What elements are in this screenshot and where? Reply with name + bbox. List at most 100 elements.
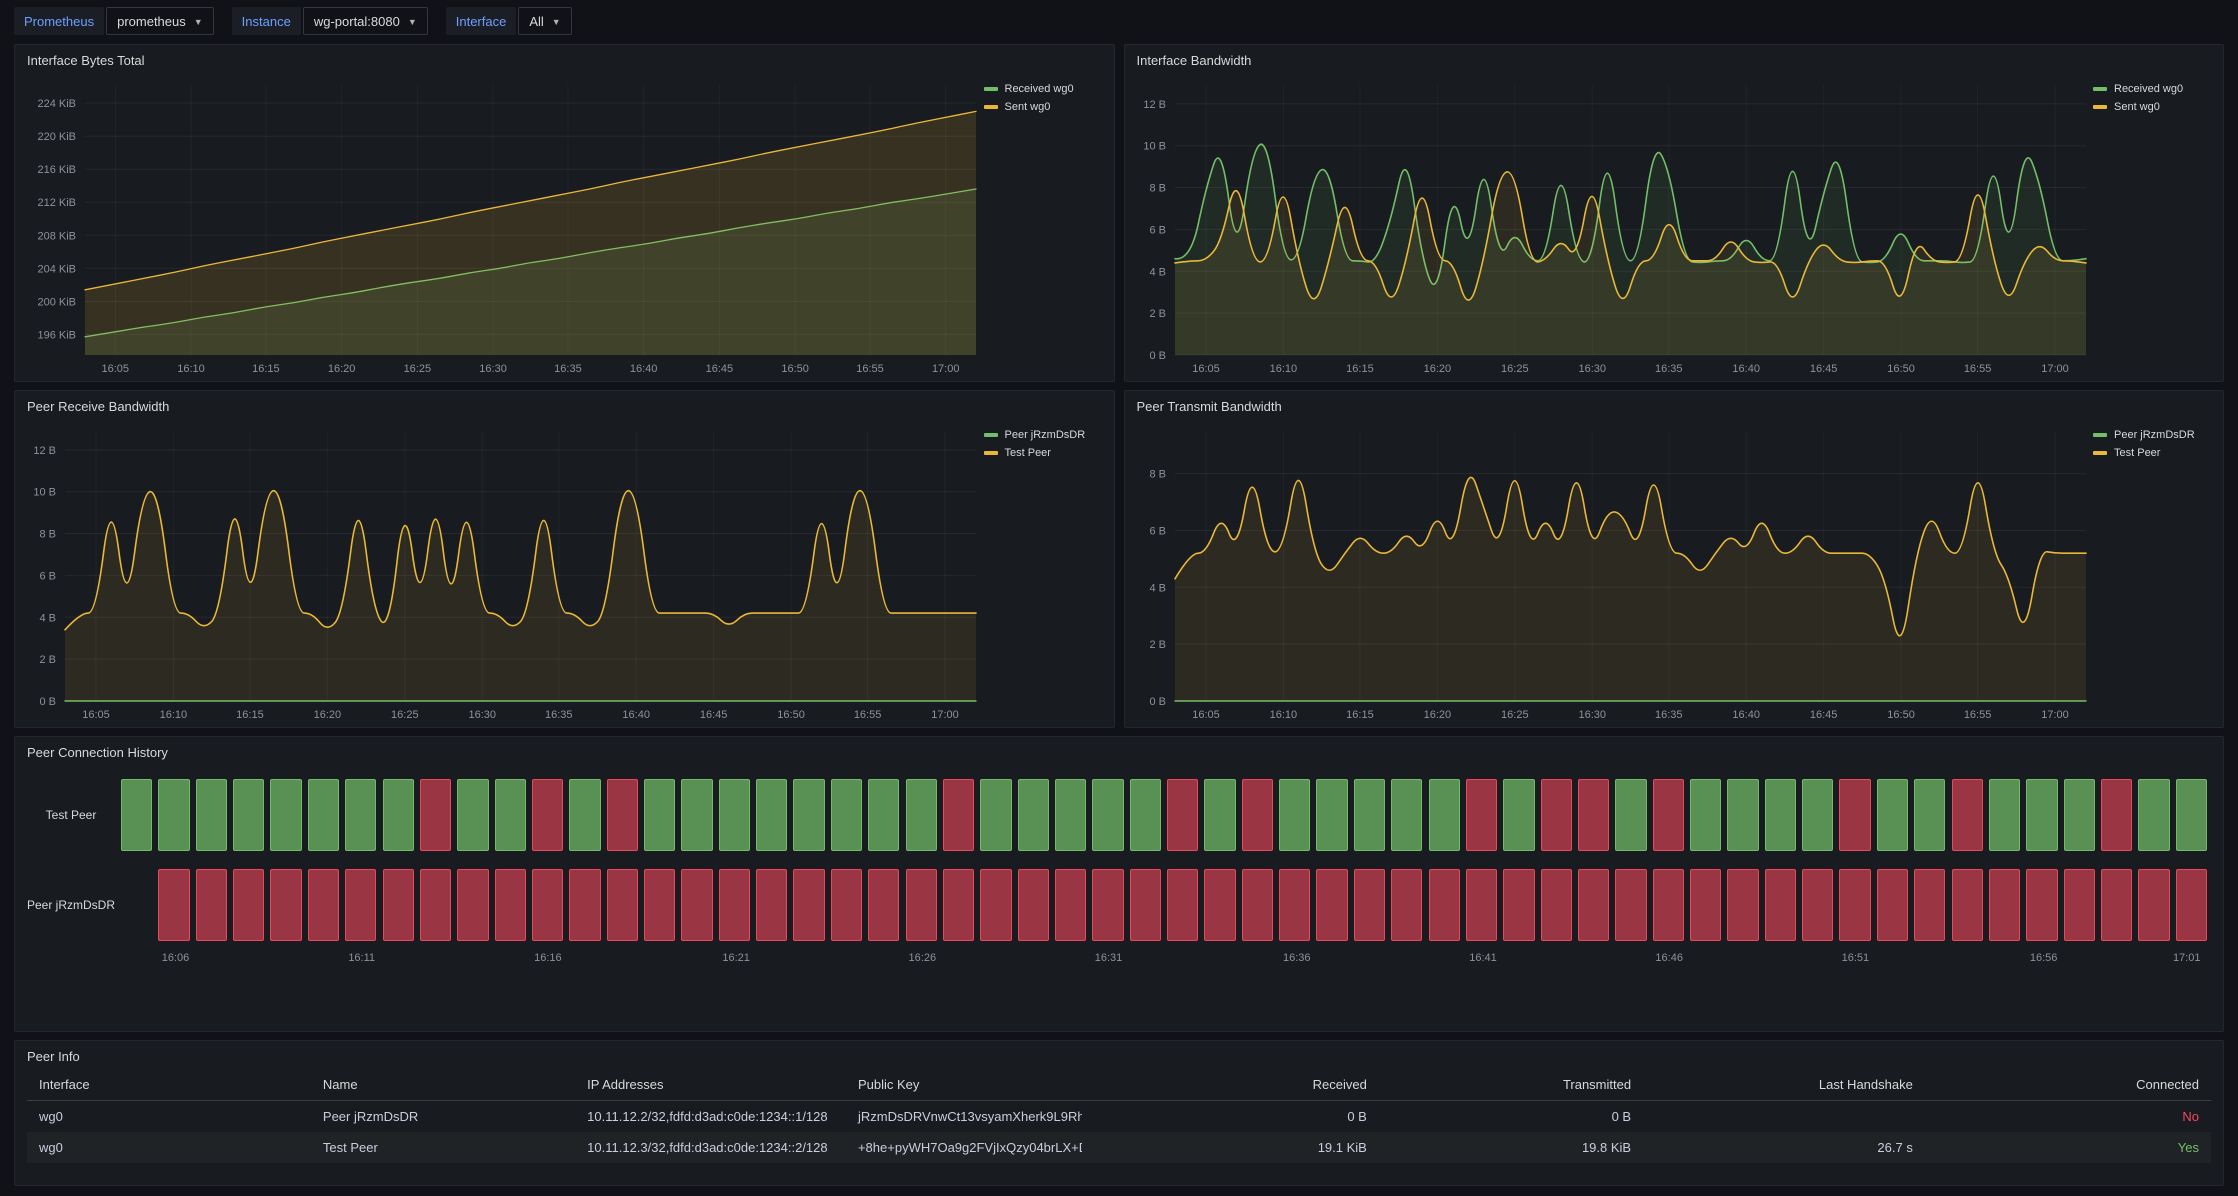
state-cell-disconnected[interactable] bbox=[943, 869, 974, 941]
state-cell-disconnected[interactable] bbox=[1055, 869, 1086, 941]
state-cell-disconnected[interactable] bbox=[420, 779, 451, 851]
state-cell-disconnected[interactable] bbox=[1204, 869, 1235, 941]
state-cell-disconnected[interactable] bbox=[681, 869, 712, 941]
state-cell-disconnected[interactable] bbox=[831, 869, 862, 941]
panel-title[interactable]: Peer Connection History bbox=[15, 737, 2223, 763]
peer-transmit-bandwidth-chart[interactable]: 16:0516:1016:1516:2016:2516:3016:3516:40… bbox=[1133, 417, 2094, 725]
col-header-public-key[interactable]: Public Key bbox=[846, 1069, 1082, 1101]
state-cell-connected[interactable] bbox=[196, 779, 227, 851]
state-cell-disconnected[interactable] bbox=[1839, 869, 1870, 941]
legend-item[interactable]: Peer jRzmDsDR bbox=[2093, 429, 2215, 441]
state-cell-connected[interactable] bbox=[158, 779, 189, 851]
state-cell-connected[interactable] bbox=[793, 779, 824, 851]
state-cell-disconnected[interactable] bbox=[2101, 779, 2132, 851]
legend-item[interactable]: Received wg0 bbox=[984, 83, 1106, 95]
state-cell-disconnected[interactable] bbox=[1653, 779, 1684, 851]
panel-title[interactable]: Interface Bandwidth bbox=[1125, 45, 2224, 71]
col-header-name[interactable]: Name bbox=[311, 1069, 575, 1101]
state-cell-connected[interactable] bbox=[681, 779, 712, 851]
legend-item[interactable]: Test Peer bbox=[984, 447, 1106, 459]
variable-interface-select[interactable]: All ▼ bbox=[518, 7, 571, 35]
col-header-received[interactable]: Received bbox=[1082, 1069, 1379, 1101]
state-cell-connected[interactable] bbox=[1316, 779, 1347, 851]
state-cell-connected[interactable] bbox=[1092, 779, 1123, 851]
state-cell-connected[interactable] bbox=[1391, 779, 1422, 851]
state-cell-disconnected[interactable] bbox=[1578, 869, 1609, 941]
state-cell-disconnected[interactable] bbox=[1690, 869, 1721, 941]
legend-item[interactable]: Sent wg0 bbox=[984, 101, 1106, 113]
state-cell-disconnected[interactable] bbox=[1354, 869, 1385, 941]
state-cell-connected[interactable] bbox=[1690, 779, 1721, 851]
state-cell-connected[interactable] bbox=[1018, 779, 1049, 851]
variable-prometheus-select[interactable]: prometheus ▼ bbox=[106, 7, 214, 35]
state-cell-connected[interactable] bbox=[1989, 779, 2020, 851]
panel-title[interactable]: Peer Receive Bandwidth bbox=[15, 391, 1114, 417]
state-cell-disconnected[interactable] bbox=[1466, 869, 1497, 941]
state-cell-connected[interactable] bbox=[308, 779, 339, 851]
state-cell-connected[interactable] bbox=[1503, 779, 1534, 851]
state-cell-disconnected[interactable] bbox=[2176, 869, 2207, 941]
state-cell-disconnected[interactable] bbox=[270, 869, 301, 941]
state-cell-disconnected[interactable] bbox=[906, 869, 937, 941]
state-cell-disconnected[interactable] bbox=[1541, 869, 1572, 941]
state-cell-disconnected[interactable] bbox=[233, 869, 264, 941]
state-cell-connected[interactable] bbox=[1727, 779, 1758, 851]
state-cell-disconnected[interactable] bbox=[1914, 869, 1945, 941]
state-cell-connected[interactable] bbox=[383, 779, 414, 851]
legend-item[interactable]: Test Peer bbox=[2093, 447, 2215, 459]
state-cell-connected[interactable] bbox=[2026, 779, 2057, 851]
state-cell-connected[interactable] bbox=[2176, 779, 2207, 851]
state-cell-disconnected[interactable] bbox=[158, 869, 189, 941]
interface-bandwidth-chart[interactable]: 16:0516:1016:1516:2016:2516:3016:3516:40… bbox=[1133, 71, 2094, 379]
state-cell-connected[interactable] bbox=[1765, 779, 1796, 851]
state-cell-connected[interactable] bbox=[121, 779, 152, 851]
state-cell-disconnected[interactable] bbox=[793, 869, 824, 941]
state-cell-connected[interactable] bbox=[2138, 779, 2169, 851]
state-cell-disconnected[interactable] bbox=[719, 869, 750, 941]
state-cell-disconnected[interactable] bbox=[2138, 869, 2169, 941]
state-cell-disconnected[interactable] bbox=[532, 869, 563, 941]
col-header-transmitted[interactable]: Transmitted bbox=[1379, 1069, 1643, 1101]
state-cell-connected[interactable] bbox=[756, 779, 787, 851]
state-cell-disconnected[interactable] bbox=[383, 869, 414, 941]
state-cell-disconnected[interactable] bbox=[1839, 779, 1870, 851]
state-cell-disconnected[interactable] bbox=[308, 869, 339, 941]
legend-item[interactable]: Received wg0 bbox=[2093, 83, 2215, 95]
state-cell-connected[interactable] bbox=[1802, 779, 1833, 851]
state-cell-disconnected[interactable] bbox=[1391, 869, 1422, 941]
state-cell-disconnected[interactable] bbox=[868, 869, 899, 941]
state-cell-disconnected[interactable] bbox=[1242, 779, 1273, 851]
state-cell-disconnected[interactable] bbox=[1167, 869, 1198, 941]
state-cell-disconnected[interactable] bbox=[607, 869, 638, 941]
state-cell-disconnected[interactable] bbox=[644, 869, 675, 941]
col-header-interface[interactable]: Interface bbox=[27, 1069, 311, 1101]
timeline-cells[interactable] bbox=[119, 869, 2211, 941]
state-cell-disconnected[interactable] bbox=[980, 869, 1011, 941]
state-cell-connected[interactable] bbox=[1279, 779, 1310, 851]
state-cell-disconnected[interactable] bbox=[1765, 869, 1796, 941]
state-cell-connected[interactable] bbox=[495, 779, 526, 851]
state-cell-disconnected[interactable] bbox=[1316, 869, 1347, 941]
timeline-cells[interactable] bbox=[119, 779, 2211, 851]
state-cell-disconnected[interactable] bbox=[532, 779, 563, 851]
state-cell-connected[interactable] bbox=[1914, 779, 1945, 851]
state-cell-disconnected[interactable] bbox=[196, 869, 227, 941]
state-cell-connected[interactable] bbox=[719, 779, 750, 851]
state-cell-disconnected[interactable] bbox=[1167, 779, 1198, 851]
state-cell-connected[interactable] bbox=[644, 779, 675, 851]
state-cell-disconnected[interactable] bbox=[1466, 779, 1497, 851]
state-cell-connected[interactable] bbox=[457, 779, 488, 851]
state-cell-connected[interactable] bbox=[1615, 779, 1646, 851]
interface-bytes-total-chart[interactable]: 16:0516:1016:1516:2016:2516:3016:3516:40… bbox=[23, 71, 984, 379]
state-cell-disconnected[interactable] bbox=[457, 869, 488, 941]
state-cell-disconnected[interactable] bbox=[495, 869, 526, 941]
state-cell-connected[interactable] bbox=[345, 779, 376, 851]
state-cell-disconnected[interactable] bbox=[1279, 869, 1310, 941]
state-cell-connected[interactable] bbox=[906, 779, 937, 851]
state-cell-disconnected[interactable] bbox=[1429, 869, 1460, 941]
state-cell-disconnected[interactable] bbox=[1130, 869, 1161, 941]
state-cell-disconnected[interactable] bbox=[569, 869, 600, 941]
state-cell-disconnected[interactable] bbox=[1727, 869, 1758, 941]
state-cell-connected[interactable] bbox=[980, 779, 1011, 851]
state-cell-connected[interactable] bbox=[1130, 779, 1161, 851]
